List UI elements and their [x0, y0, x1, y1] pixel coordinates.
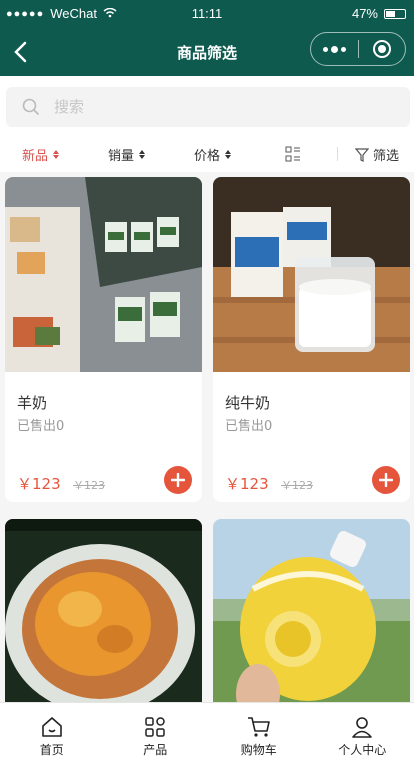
tab-home-label: 首页: [39, 743, 64, 757]
tab-bar: 首页 产品 购物车 个人中心: [0, 702, 414, 767]
close-mini-program-button[interactable]: [359, 40, 406, 58]
product-sold: 已售出0: [17, 419, 65, 434]
grid-icon: [144, 715, 166, 739]
product-card[interactable]: 纯牛奶 已售出0 ￥123 ￥123: [213, 177, 410, 502]
tab-products[interactable]: 产品: [104, 703, 208, 767]
product-original-price: ￥123: [281, 479, 313, 492]
list-layout-icon: [285, 146, 300, 162]
sort-new-label: 新品: [22, 149, 49, 164]
sort-divider: [337, 147, 338, 161]
target-icon: [372, 40, 391, 58]
home-icon: [41, 715, 63, 739]
search-box[interactable]: [6, 87, 410, 127]
product-image: [213, 519, 410, 709]
product-original-price: ￥123: [73, 479, 105, 492]
search-input[interactable]: [54, 98, 354, 116]
sort-arrows-icon: [225, 150, 232, 159]
sort-sales-label: 销量: [108, 149, 135, 164]
product-card[interactable]: 羊奶 已售出0 ￥123 ￥123: [5, 177, 202, 502]
tab-home[interactable]: 首页: [0, 703, 104, 767]
sort-arrows-icon: [53, 150, 60, 159]
product-price: ￥123: [17, 475, 61, 493]
tab-products-label: 产品: [143, 743, 168, 757]
plus-icon: [171, 473, 185, 487]
user-icon: [351, 715, 373, 739]
sort-bar: 新品 销量 价格 筛选: [0, 136, 414, 172]
product-image: [5, 177, 202, 372]
tab-profile[interactable]: 个人中心: [311, 703, 414, 767]
product-name: 纯牛奶: [225, 394, 271, 412]
search-icon: [22, 98, 40, 116]
more-menu-button[interactable]: [311, 45, 358, 53]
product-image: [213, 177, 410, 372]
product-card[interactable]: [213, 519, 410, 709]
tab-cart-label: 购物车: [240, 743, 277, 757]
add-to-cart-button[interactable]: [164, 466, 192, 494]
tab-profile-label: 个人中心: [338, 743, 387, 757]
filter-button[interactable]: 筛选: [355, 145, 399, 164]
sort-sales-button[interactable]: 销量: [108, 145, 146, 164]
plus-icon: [379, 473, 393, 487]
filter-icon: [355, 147, 369, 162]
cart-icon: [247, 715, 271, 739]
product-price: ￥123: [225, 475, 269, 493]
search-area: [0, 76, 414, 136]
layout-toggle-button[interactable]: [285, 146, 301, 166]
add-to-cart-button[interactable]: [372, 466, 400, 494]
battery-area: 47%: [352, 6, 406, 21]
tab-cart[interactable]: 购物车: [207, 703, 311, 767]
battery-icon: [384, 8, 406, 19]
product-card[interactable]: [5, 519, 202, 709]
nav-bar: 商品筛选: [0, 28, 414, 76]
status-bar: ●●●●● WeChat 11:11 47%: [0, 0, 414, 28]
sort-price-button[interactable]: 价格: [194, 145, 232, 164]
sort-price-label: 价格: [194, 149, 221, 164]
product-sold: 已售出0: [225, 419, 273, 434]
battery-percent: 47%: [351, 6, 378, 21]
mini-program-capsule: [310, 32, 406, 66]
sort-arrows-icon: [139, 150, 146, 159]
product-image: [5, 519, 202, 709]
product-name: 羊奶: [17, 394, 48, 412]
sort-new-button[interactable]: 新品: [22, 145, 60, 164]
filter-label: 筛选: [373, 149, 400, 164]
